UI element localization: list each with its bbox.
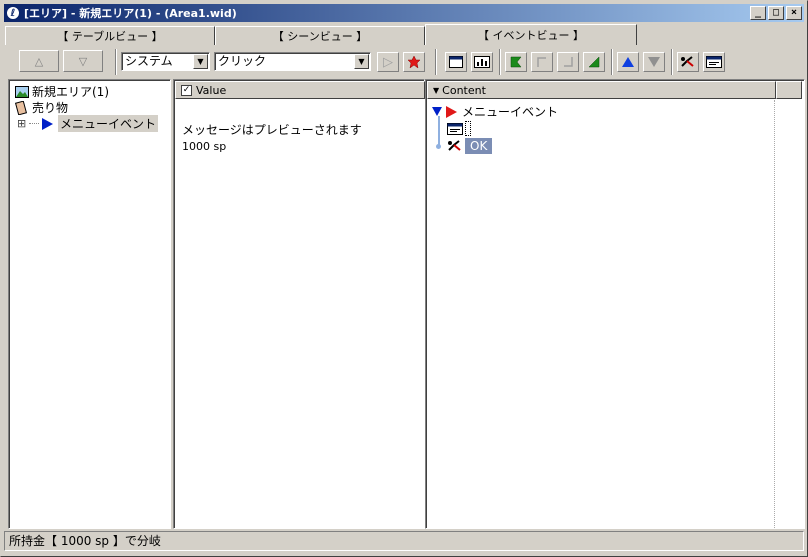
toolbar-separator (435, 49, 437, 75)
message-window-icon (706, 56, 722, 68)
grey-down-button[interactable] (643, 52, 665, 72)
chart-button[interactable] (471, 52, 493, 72)
tab-table-view[interactable]: 【 テーブルビュー 】 (5, 26, 215, 45)
app-window: ℓ [エリア] - 新規エリア(1) - (Area1.wid) _ □ × 【… (0, 0, 808, 557)
tab-event-view[interactable]: 【 イベントビュー 】 (425, 24, 637, 45)
bracket-close-icon (564, 57, 573, 67)
green-corner-button[interactable] (583, 52, 605, 72)
category-combo-value: システム (125, 54, 173, 68)
content-node-label (465, 121, 471, 136)
green-flag-button[interactable] (505, 52, 527, 72)
red-star-icon (407, 55, 421, 69)
app-icon: ℓ (6, 6, 20, 20)
collapse-triangle-icon[interactable] (432, 107, 442, 116)
tree-item-label: メニューイベント (58, 115, 159, 132)
column-header-filler (776, 81, 802, 99)
view-tabs: 【 テーブルビュー 】 【 シーンビュー 】 【 イベントビュー 】 (5, 24, 637, 45)
bracket-close-button[interactable] (557, 52, 579, 72)
column-divider (774, 100, 775, 528)
green-corner-icon (588, 56, 600, 68)
bracket-open-button[interactable] (531, 52, 553, 72)
tree-item-shop[interactable]: 売り物 (15, 99, 68, 116)
content-panel: ▼ Content メニューイベント OK (425, 79, 805, 529)
chevron-down-icon[interactable]: ▼ (354, 54, 369, 69)
green-flag-icon (510, 56, 522, 68)
tab-scene-view[interactable]: 【 シーンビュー 】 (215, 26, 425, 45)
tree-line-end (436, 144, 441, 149)
tree-item-label: 売り物 (32, 101, 69, 115)
delete-button[interactable] (403, 52, 425, 72)
toolbar-separator (671, 49, 673, 75)
event-combo[interactable]: クリック ▼ (214, 52, 371, 71)
blue-up-triangle-icon (622, 57, 634, 67)
window-icon (449, 56, 463, 68)
message-button[interactable] (703, 52, 725, 72)
branch-button[interactable] (677, 52, 699, 72)
red-flag-icon (446, 105, 457, 118)
sort-down-icon[interactable]: ▼ (433, 86, 439, 95)
event-combo-value: クリック (218, 54, 267, 68)
status-bar: 所持金【 1000 sp 】で分岐 (4, 531, 804, 551)
chevron-down-icon[interactable]: ▼ (193, 54, 208, 69)
book-icon (15, 100, 28, 115)
expand-icon[interactable]: ⊞ (17, 117, 29, 130)
move-down-button[interactable]: ▽ (63, 50, 103, 72)
window-button[interactable] (445, 52, 467, 72)
chart-icon (474, 56, 490, 68)
tree-panel: 新規エリア(1) 売り物 ⊞ メニューイベント (8, 79, 171, 529)
blue-triangle-icon (42, 117, 53, 130)
content-node-message[interactable] (447, 121, 471, 136)
value-line: 1000 sp (182, 140, 227, 153)
value-panel: ✓ Value メッセージはプレビューされます 1000 sp (173, 79, 425, 529)
play-icon: ▷ (383, 54, 393, 70)
play-button[interactable]: ▷ (377, 52, 399, 72)
checkbox[interactable]: ✓ (181, 84, 192, 96)
maximize-button[interactable]: □ (768, 6, 784, 20)
toolbar-separator (611, 49, 613, 75)
move-up-button[interactable]: △ (19, 50, 59, 72)
bracket-open-icon (537, 57, 546, 67)
grey-down-triangle-icon (648, 57, 660, 67)
content-column-header[interactable]: ▼ Content (427, 81, 776, 99)
content-header-label: Content (442, 83, 486, 97)
message-window-icon (447, 122, 463, 135)
toolbar: △ ▽ システム ▼ クリック ▼ ▷ (5, 47, 805, 77)
tree-root-label: 新規エリア(1) (32, 85, 109, 99)
value-line: メッセージはプレビューされます (182, 123, 362, 137)
toolbar-separator (115, 49, 117, 75)
window-title: [エリア] - 新規エリア(1) - (Area1.wid) (24, 7, 237, 20)
landscape-icon (15, 85, 29, 98)
toolbar-separator (499, 49, 501, 75)
value-header-label: Value (196, 83, 227, 97)
tree-item-menu-event[interactable]: ⊞ メニューイベント (17, 115, 159, 132)
caption-buttons: _ □ × (748, 6, 802, 20)
content-node-branch[interactable]: OK (447, 138, 493, 154)
branch-icon (448, 140, 461, 151)
value-column-header[interactable]: ✓ Value (175, 81, 425, 99)
content-node-label: メニューイベント (462, 105, 559, 119)
tree-root[interactable]: 新規エリア(1) (15, 83, 109, 100)
blue-up-button[interactable] (617, 52, 639, 72)
branch-icon (681, 56, 694, 67)
content-node-event[interactable]: メニューイベント (432, 103, 558, 120)
content-node-label: OK (465, 138, 493, 154)
tree-connector (29, 123, 39, 124)
minimize-button[interactable]: _ (750, 6, 766, 20)
category-combo[interactable]: システム ▼ (121, 52, 210, 71)
close-button[interactable]: × (786, 6, 802, 20)
title-bar[interactable]: ℓ [エリア] - 新規エリア(1) - (Area1.wid) _ □ × (4, 4, 804, 22)
